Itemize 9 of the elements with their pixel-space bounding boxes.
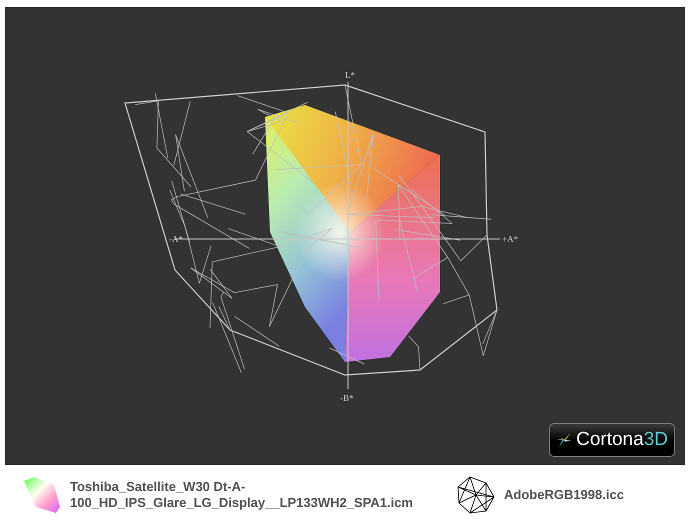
legend-label: Toshiba_Satellite_W30 Dt-A-100_HD_IPS_Glare_LG_Display__LP133WH2_SPA1.icm — [70, 479, 414, 511]
cortona3d-logo[interactable]: Cortona3D — [549, 423, 675, 457]
axis-label: L* — [345, 70, 355, 80]
color-gamut-icon — [22, 475, 62, 515]
logo-text: Cortona3D — [576, 429, 668, 451]
axis-label: +A* — [502, 234, 518, 244]
legend-label: AdobeRGB1998.icc — [504, 487, 624, 503]
axis-label: -B* — [340, 393, 354, 403]
wireframe-icon — [456, 475, 496, 515]
